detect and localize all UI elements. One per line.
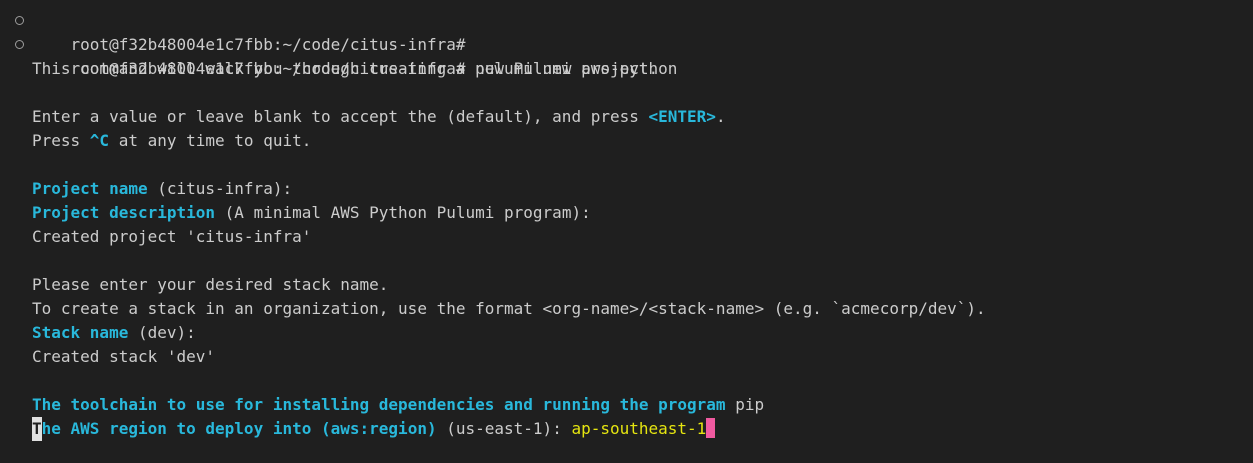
terminal-line-stack-created: Created stack 'dev' (0, 345, 1253, 369)
project-name-label: Project name (32, 179, 148, 198)
terminal-output[interactable]: root@f32b48004e1c7fbb:~/code/citus-infra… (0, 9, 1253, 441)
command-decoration-icon[interactable] (15, 16, 24, 25)
project-created-text: Created project 'citus-infra' (32, 227, 312, 246)
stack-created-text: Created stack 'dev' (32, 347, 216, 366)
terminal-line-stack-name: Stack name (dev): (0, 321, 1253, 345)
hint-text: Enter a value or leave blank to accept t… (32, 107, 649, 126)
stack-format-text: To create a stack in an organization, us… (32, 299, 986, 318)
command-decoration-icon[interactable] (15, 40, 24, 49)
terminal-line-project-created: Created project 'citus-infra' (0, 225, 1253, 249)
ctrl-c-key-label: ^C (89, 131, 110, 150)
project-description-default: (A minimal AWS Python Pulumi program): (215, 203, 591, 222)
terminal-line-quit-hint: Press ^C at any time to quit. (0, 129, 1253, 153)
terminal-block-cursor: T (32, 417, 42, 441)
project-name-default: (citus-infra): (147, 179, 293, 198)
terminal-line-stack-format: To create a stack in an organization, us… (0, 297, 1253, 321)
terminal-line-intro: This command will walk you through creat… (0, 57, 1253, 81)
terminal-line-toolchain: The toolchain to use for installing depe… (0, 393, 1253, 417)
aws-region-default: (us-east-1): (436, 419, 572, 438)
hint-text-end: . (715, 107, 726, 126)
toolchain-label: The toolchain to use for installing depe… (32, 395, 726, 414)
enter-key-label: <ENTER> (648, 107, 716, 126)
input-cursor (706, 418, 716, 438)
toolchain-answer: pip (725, 395, 765, 414)
terminal-line-prompt-2: root@f32b48004e1c7fbb:~/code/citus-infra… (0, 33, 1253, 78)
terminal-line-prompt-1: root@f32b48004e1c7fbb:~/code/citus-infra… (0, 9, 1253, 54)
hint-text-end: at any time to quit. (109, 131, 312, 150)
hint-text: Press (32, 131, 90, 150)
terminal-line-project-name: Project name (citus-infra): (0, 177, 1253, 201)
aws-region-label: he AWS region to deploy into (aws:region… (41, 419, 437, 438)
terminal-line-project-description: Project description (A minimal AWS Pytho… (0, 201, 1253, 225)
terminal-line-enter-hint: Enter a value or leave blank to accept t… (0, 105, 1253, 129)
terminal-line-aws-region[interactable]: The AWS region to deploy into (aws:regio… (0, 417, 1253, 441)
stack-prompt-text: Please enter your desired stack name. (32, 275, 389, 294)
aws-region-input[interactable]: ap-southeast-1 (571, 419, 706, 438)
terminal-line-stack-prompt: Please enter your desired stack name. (0, 273, 1253, 297)
stack-name-default: (dev): (128, 323, 196, 342)
project-description-label: Project description (32, 203, 216, 222)
stack-name-label: Stack name (32, 323, 129, 342)
intro-text: This command will walk you through creat… (32, 59, 659, 78)
